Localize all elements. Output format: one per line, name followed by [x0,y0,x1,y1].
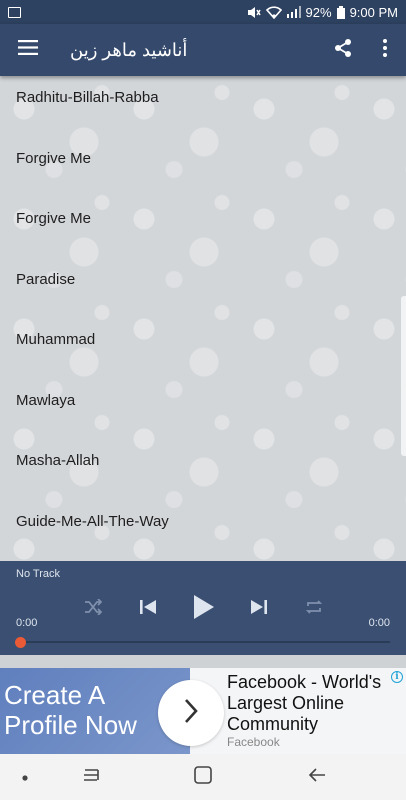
recent-apps-icon [82,767,100,788]
wifi-icon [265,5,282,19]
more-vert-icon [383,38,387,62]
shuffle-button[interactable] [75,591,111,627]
back-icon [308,767,326,788]
ad-banner[interactable]: Create A Profile Now Facebook - World's … [0,668,406,754]
scroll-handle[interactable] [401,296,406,456]
track-list-item[interactable]: Mawlaya [0,379,406,440]
track-title: Muhammad [16,331,96,348]
track-title: Mawlaya [16,391,76,409]
dot-icon [22,768,28,786]
chevron-right-icon [183,698,199,729]
signal-icon [286,6,301,18]
divider [0,655,406,668]
status-icons: 92% 9:00 PM [247,5,398,20]
track-title: Forgive Me [16,210,92,227]
mute-icon [247,6,261,19]
next-icon [250,599,268,620]
more-options-button[interactable] [364,24,406,76]
clock: 9:00 PM [349,4,398,20]
share-icon [333,38,353,63]
ad-source: Facebook [227,735,280,749]
play-button[interactable] [186,591,222,627]
seek-thumb[interactable] [15,637,26,648]
menu-button[interactable] [0,24,56,76]
time-total: 0:00 [368,617,390,629]
nav-dot-button[interactable] [0,754,50,800]
status-bar: 92% 9:00 PM [0,0,406,24]
repeat-icon [305,599,323,620]
app-bar: أناشيد ماهر زين [0,24,406,76]
battery-level: 92% [305,4,332,20]
play-icon [193,594,215,625]
home-button[interactable] [178,754,228,800]
page-title: أناشيد ماهر زين [70,39,188,60]
battery-icon [336,5,345,19]
navigation-bar [0,754,406,800]
track-list-item[interactable]: Radhitu-Billah-Rabba [0,76,406,137]
track-list-item[interactable]: Guide-Me-All-The-Way [0,500,406,561]
home-icon [194,765,212,789]
track-list-item[interactable]: Muhammad [0,318,406,379]
track-list: Radhitu-Billah-Rabba Forgive Me Forgive … [0,76,406,561]
previous-button[interactable] [130,591,166,627]
ad-headline: Create A Profile Now [4,680,137,740]
ad-info-icon[interactable]: i [391,671,403,683]
track-title: Masha-Allah [16,452,100,469]
next-button[interactable] [241,591,277,627]
shuffle-icon [84,597,103,620]
ad-open-button[interactable] [158,680,224,746]
music-player: No Track 0:00 0:00 [0,561,406,655]
track-list-item[interactable]: Forgive Me [0,197,406,258]
seek-bar[interactable] [16,641,390,643]
previous-icon [139,599,157,620]
gallery-icon [8,6,21,18]
track-list-item[interactable]: Masha-Allah [0,439,406,500]
now-playing-label: No Track [16,568,61,580]
ad-copy: Facebook - World's Largest Online Commun… [227,672,382,734]
back-button[interactable] [292,754,342,800]
recent-apps-button[interactable] [66,754,116,800]
track-title: Forgive Me [16,149,92,167]
menu-icon [18,40,38,60]
track-title: Radhitu-Billah-Rabba [16,89,159,106]
repeat-button[interactable] [296,591,332,627]
track-list-item[interactable]: Forgive Me [0,137,406,198]
track-title: Guide-Me-All-The-Way [16,512,169,530]
time-elapsed: 0:00 [16,617,38,629]
track-list-item[interactable]: Paradise [0,258,406,319]
track-title: Paradise [16,270,76,288]
share-button[interactable] [322,24,364,76]
